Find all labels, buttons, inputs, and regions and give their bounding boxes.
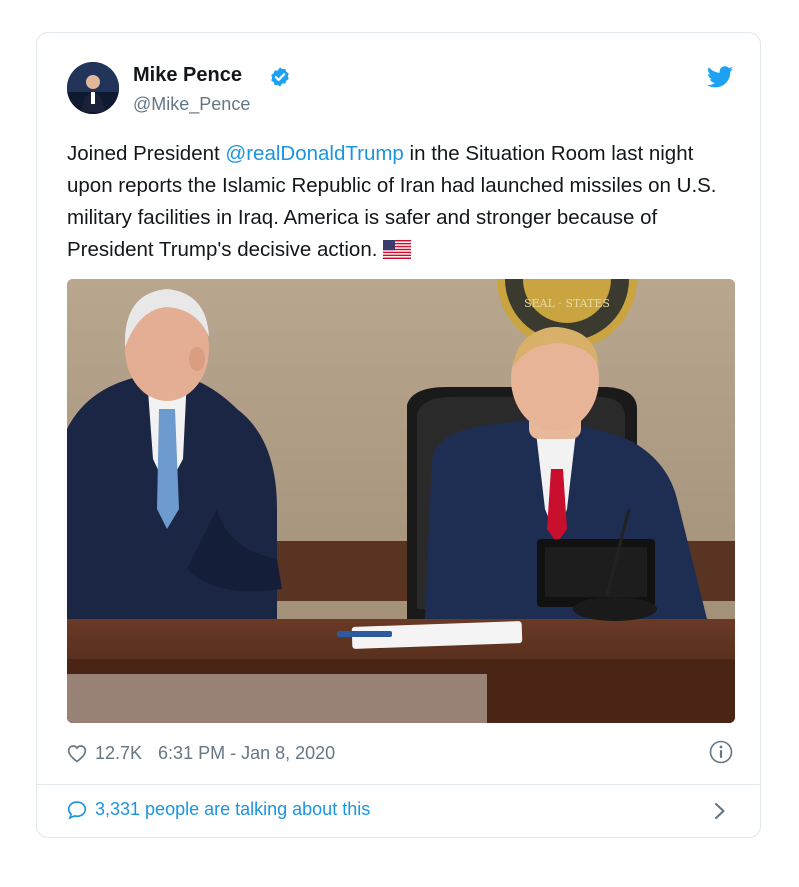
heart-icon[interactable] <box>67 744 87 763</box>
tweet-meta: 12.7K 6:31 PM - Jan 8, 2020 <box>67 741 335 765</box>
like-count[interactable]: 12.7K <box>95 743 142 764</box>
conversation-link[interactable]: 3,331 people are talking about this <box>67 799 370 820</box>
us-flag-icon <box>383 240 412 259</box>
author-handle[interactable]: @Mike_Pence <box>133 94 250 115</box>
tweet-text: Joined President @realDonaldTrump in the… <box>67 138 737 266</box>
divider <box>37 784 760 785</box>
twitter-bird-icon[interactable] <box>707 66 733 88</box>
author-name[interactable]: Mike Pence <box>133 64 242 87</box>
conversation-count[interactable]: 3,331 people are talking about this <box>95 799 370 820</box>
tweet-card[interactable]: Mike Pence @Mike_Pence Joined President … <box>36 32 761 838</box>
chevron-right-icon[interactable] <box>713 801 727 821</box>
tweet-photo[interactable]: SEAL · STATES <box>67 279 735 723</box>
tweet-text-before: Joined President <box>67 142 226 165</box>
mention-link[interactable]: @realDonaldTrump <box>225 142 403 165</box>
tweet-timestamp[interactable]: 6:31 PM - Jan 8, 2020 <box>158 743 335 764</box>
speech-bubble-icon <box>67 800 87 819</box>
author-avatar[interactable] <box>67 62 119 114</box>
info-icon[interactable] <box>709 740 733 764</box>
seal-text: SEAL · STATES <box>524 297 610 310</box>
verified-badge-icon <box>271 67 289 87</box>
